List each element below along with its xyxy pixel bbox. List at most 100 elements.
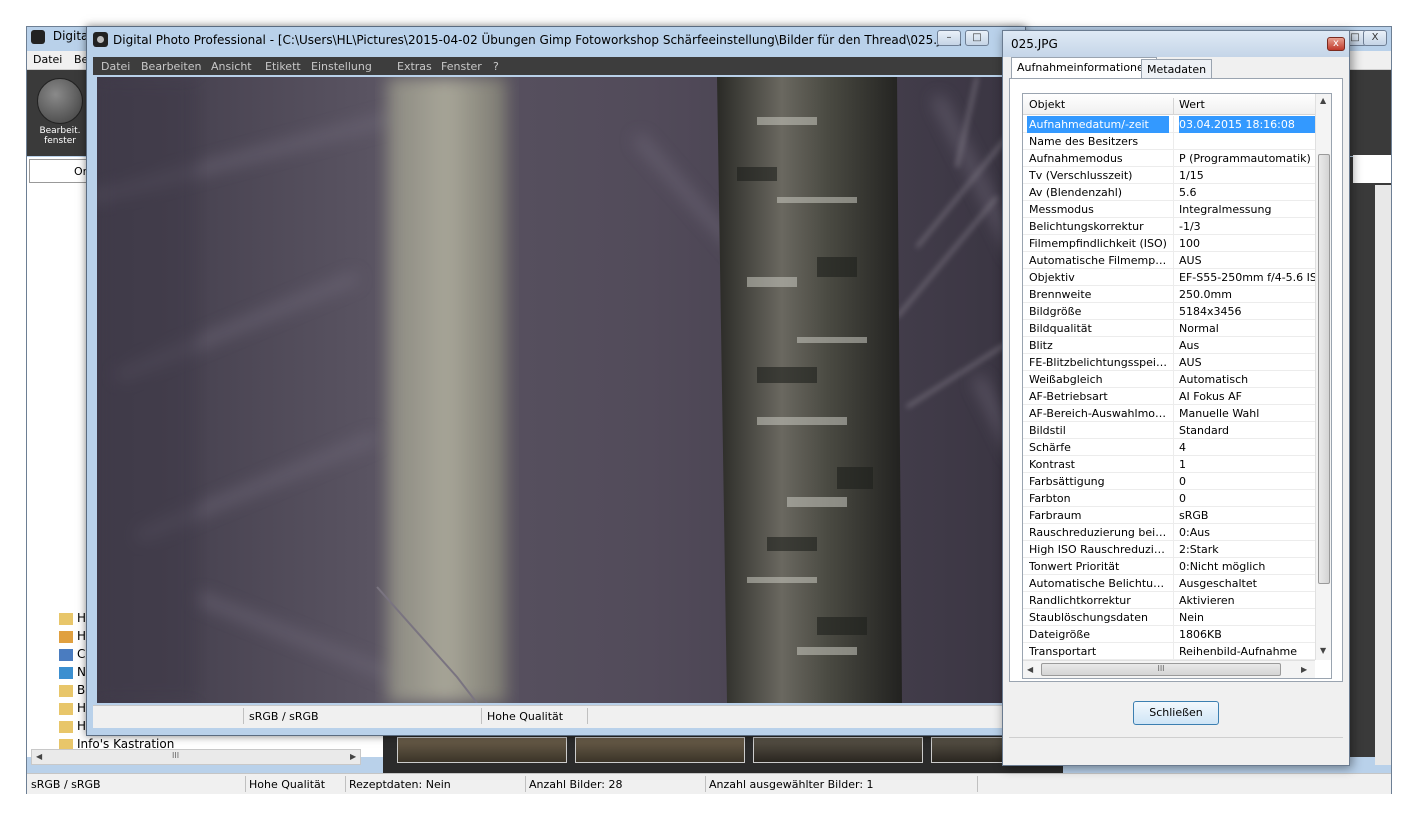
- info-row[interactable]: AF-Betriebsart AI Fokus AF: [1023, 388, 1315, 405]
- info-row[interactable]: Bildqualität Normal: [1023, 320, 1315, 337]
- main-close-button[interactable]: X: [1363, 30, 1387, 46]
- scroll-down-icon[interactable]: ▼: [1320, 646, 1326, 655]
- info-row[interactable]: Farbraum sRGB: [1023, 507, 1315, 524]
- info-row[interactable]: Objektiv EF-S55-250mm f/4-5.6 IS II: [1023, 269, 1315, 286]
- column-header-objekt[interactable]: Objekt: [1029, 98, 1065, 111]
- info-row[interactable]: Dateigröße 1806KB: [1023, 626, 1315, 643]
- info-row-value: Aktivieren: [1179, 594, 1235, 607]
- edit-window-button[interactable]: [37, 78, 83, 124]
- column-separator: [1173, 575, 1174, 592]
- edit-window: Digital Photo Professional - [C:\Users\H…: [86, 26, 1026, 736]
- scrollbar-thumb[interactable]: [1318, 154, 1330, 584]
- info-row[interactable]: Tv (Verschlusszeit) 1/15: [1023, 167, 1315, 184]
- info-row[interactable]: High ISO Rauschreduzierung 2:Stark: [1023, 541, 1315, 558]
- info-row-key: Objektiv: [1029, 271, 1075, 284]
- info-row-key: High ISO Rauschreduzierung: [1029, 543, 1169, 556]
- edit-menu-bearbeiten[interactable]: Bearbeiten: [141, 60, 201, 73]
- list-vertical-scrollbar[interactable]: ▲ ▼: [1315, 94, 1331, 660]
- scrollbar-thumb[interactable]: III: [1041, 663, 1281, 676]
- edit-menu-ansicht[interactable]: Ansicht: [211, 60, 252, 73]
- info-row[interactable]: Staublöschungsdaten Nein: [1023, 609, 1315, 626]
- column-separator[interactable]: [1173, 98, 1174, 114]
- info-row-key: Tv (Verschlusszeit): [1029, 169, 1133, 182]
- info-row-key: Kontrast: [1029, 458, 1075, 471]
- info-row[interactable]: Transportart Reihenbild-Aufnahme: [1023, 643, 1315, 660]
- info-row[interactable]: Randlichtkorrektur Aktivieren: [1023, 592, 1315, 609]
- edit-menu-etikett[interactable]: Etikett: [265, 60, 301, 73]
- info-dialog-titlebar[interactable]: 025.JPG x: [1003, 31, 1349, 57]
- info-row[interactable]: Weißabgleich Automatisch: [1023, 371, 1315, 388]
- edit-menu-help[interactable]: ?: [493, 60, 499, 73]
- tree-horizontal-scrollbar[interactable]: ◀ III ▶: [31, 749, 361, 765]
- edit-statusbar: sRGB / sRGB Hohe Qualität: [93, 705, 1021, 728]
- thumbnail[interactable]: [575, 737, 745, 763]
- info-row[interactable]: Automatische Filmempfindli... AUS: [1023, 252, 1315, 269]
- info-row[interactable]: Aufnahmedatum/-zeit 03.04.2015 18:16:08: [1023, 116, 1315, 133]
- info-row[interactable]: Farbsättigung 0: [1023, 473, 1315, 490]
- info-row[interactable]: Automatische Belichtungso... Ausgeschalte…: [1023, 575, 1315, 592]
- info-row[interactable]: Farbton 0: [1023, 490, 1315, 507]
- info-row-value: AI Fokus AF: [1179, 390, 1243, 403]
- tab-metadaten[interactable]: Metadaten: [1141, 59, 1213, 79]
- tab-aufnahmeinformationen[interactable]: Aufnahmeinformationen: [1011, 57, 1157, 79]
- main-status-colorspace: sRGB / sRGB: [31, 778, 101, 791]
- birch-tree-photo: [97, 77, 1017, 703]
- info-row-value: 03.04.2015 18:16:08: [1179, 116, 1315, 133]
- info-row[interactable]: Brennweite 250.0mm: [1023, 286, 1315, 303]
- info-row[interactable]: Rauschreduzierung bei Lan... 0:Aus: [1023, 524, 1315, 541]
- info-row[interactable]: Schärfe 4: [1023, 439, 1315, 456]
- info-row[interactable]: Filmempfindlichkeit (ISO) 100: [1023, 235, 1315, 252]
- status-separator: [977, 776, 978, 792]
- status-separator: [587, 708, 588, 724]
- info-row[interactable]: Kontrast 1: [1023, 456, 1315, 473]
- main-window-titlebar[interactable]: Digital: [31, 29, 92, 49]
- edit-window-title[interactable]: Digital Photo Professional - [C:\Users\H…: [113, 33, 962, 47]
- info-row[interactable]: Blitz Aus: [1023, 337, 1315, 354]
- thumbnail[interactable]: [753, 737, 923, 763]
- column-separator: [1173, 184, 1174, 201]
- edit-menu-extras[interactable]: Extras: [397, 60, 432, 73]
- column-separator: [1173, 490, 1174, 507]
- close-icon[interactable]: x: [1327, 37, 1345, 51]
- info-row[interactable]: Tonwert Priorität 0:Nicht möglich: [1023, 558, 1315, 575]
- info-row[interactable]: FE-Blitzbelichtungsspeicher... AUS: [1023, 354, 1315, 371]
- info-row-key: Bildgröße: [1029, 305, 1082, 318]
- close-button[interactable]: Schließen: [1133, 701, 1219, 725]
- main-menu-datei[interactable]: Datei: [33, 53, 62, 66]
- thumbnail[interactable]: [397, 737, 567, 763]
- info-row[interactable]: Bildstil Standard: [1023, 422, 1315, 439]
- camera-app-icon: [93, 32, 108, 47]
- scroll-right-icon[interactable]: ▶: [1301, 665, 1307, 674]
- info-row-value: 0:Aus: [1179, 526, 1210, 539]
- column-header-wert[interactable]: Wert: [1179, 98, 1205, 111]
- dialog-resize-grip[interactable]: [1009, 737, 1343, 760]
- info-row-value: -1/3: [1179, 220, 1201, 233]
- edit-menu-einstellung[interactable]: Einstellung: [311, 60, 372, 73]
- edit-menu-fenster[interactable]: Fenster: [441, 60, 482, 73]
- user-icon: [59, 630, 73, 643]
- info-row[interactable]: Belichtungskorrektur -1/3: [1023, 218, 1315, 235]
- info-row-value: 250.0mm: [1179, 288, 1232, 301]
- info-row[interactable]: Messmodus Integralmessung: [1023, 201, 1315, 218]
- edit-maximize-button[interactable]: □: [965, 30, 989, 46]
- scroll-right-icon[interactable]: ▶: [350, 752, 356, 761]
- column-separator: [1173, 626, 1174, 643]
- scroll-up-icon[interactable]: ▲: [1320, 96, 1326, 105]
- info-row[interactable]: Bildgröße 5184x3456: [1023, 303, 1315, 320]
- scroll-left-icon[interactable]: ◀: [36, 752, 42, 761]
- info-row[interactable]: AF-Bereich-Auswahlmodus Manuelle Wahl: [1023, 405, 1315, 422]
- edit-minimize-button[interactable]: –: [937, 30, 961, 46]
- scroll-left-icon[interactable]: ◀: [1027, 665, 1033, 674]
- info-row-value: AUS: [1179, 254, 1202, 267]
- edit-menu-datei[interactable]: Datei: [101, 60, 130, 73]
- info-row-value: 0:Nicht möglich: [1179, 560, 1266, 573]
- status-separator: [705, 776, 706, 792]
- column-separator: [1173, 439, 1174, 456]
- main-vertical-scrollbar[interactable]: [1375, 185, 1391, 765]
- list-horizontal-scrollbar[interactable]: ◀ III ▶: [1023, 660, 1315, 678]
- info-row[interactable]: Aufnahmemodus P (Programmautomatik): [1023, 150, 1315, 167]
- info-row[interactable]: Av (Blendenzahl) 5.6: [1023, 184, 1315, 201]
- column-separator: [1173, 507, 1174, 524]
- info-row[interactable]: Name des Besitzers: [1023, 133, 1315, 150]
- photo-preview[interactable]: [97, 77, 1017, 703]
